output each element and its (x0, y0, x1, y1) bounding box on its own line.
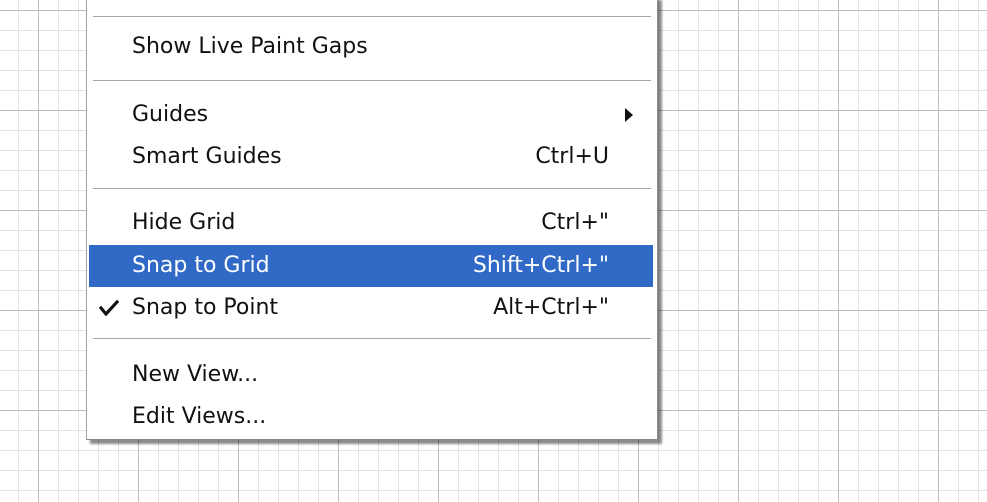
menu-item-smart-guides[interactable]: Smart Guides Ctrl+U (89, 136, 653, 178)
menu-item-snap-to-grid[interactable]: Snap to Grid Shift+Ctrl+" (89, 245, 653, 287)
menu-item-snap-to-point[interactable]: Snap to Point Alt+Ctrl+" (89, 287, 653, 329)
submenu-arrow-icon (625, 108, 633, 122)
menu-item-label: Hide Grid (132, 210, 236, 235)
menu-item-shortcut: Alt+Ctrl+" (493, 295, 609, 320)
menu-item-shortcut: Ctrl+U (535, 144, 609, 169)
menu-item-label: Show Live Paint Gaps (132, 34, 368, 59)
checkmark-icon (99, 299, 119, 317)
menu-separator (93, 338, 651, 340)
menu-item-label: Guides (132, 102, 209, 127)
menu-separator (93, 80, 651, 82)
view-context-menu: Show Live Paint Gaps Guides Smart Guides… (86, 0, 658, 440)
menu-item-new-view[interactable]: New View... (89, 354, 653, 396)
menu-item-label: Smart Guides (132, 144, 282, 169)
menu-item-guides[interactable]: Guides (89, 94, 653, 136)
menu-item-show-live-paint-gaps[interactable]: Show Live Paint Gaps (89, 26, 653, 68)
menu-item-label: Snap to Point (132, 295, 279, 320)
menu-separator (93, 188, 651, 190)
menu-item-label: New View... (132, 362, 259, 387)
menu-item-label: Snap to Grid (132, 253, 270, 278)
menu-item-shortcut: Ctrl+" (541, 210, 609, 235)
menu-item-shortcut: Shift+Ctrl+" (472, 253, 609, 278)
menu-item-hide-grid[interactable]: Hide Grid Ctrl+" (89, 202, 653, 244)
menu-separator (93, 16, 651, 18)
menu-item-edit-views[interactable]: Edit Views... (89, 396, 653, 438)
menu-item-label: Edit Views... (132, 404, 267, 429)
